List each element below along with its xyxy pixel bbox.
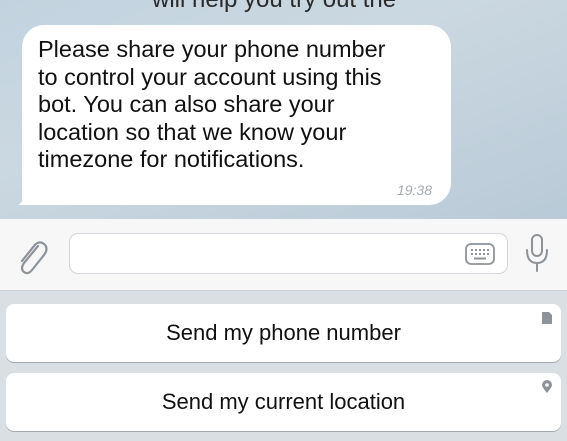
send-phone-number-label: Send my phone number [166, 320, 401, 345]
message-input[interactable] [69, 233, 508, 274]
contact-icon [541, 311, 553, 325]
message-text: Please share your phone number to contro… [38, 36, 386, 173]
message-timestamp: 19:38 [396, 182, 432, 198]
send-location-button[interactable]: Send my current location [6, 373, 561, 431]
previous-message-fragment: will help you try out the [152, 0, 396, 14]
paperclip-icon[interactable] [14, 236, 48, 276]
microphone-icon[interactable] [524, 233, 550, 273]
send-location-label: Send my current location [161, 389, 406, 414]
keyboard-icon[interactable] [465, 243, 495, 265]
location-pin-icon [541, 380, 553, 394]
message-input-bar [0, 219, 567, 291]
chat-area: will help you try out the Please share y… [0, 0, 567, 219]
incoming-message-bubble[interactable]: Please share your phone number to contro… [22, 25, 451, 205]
send-phone-number-button[interactable]: Send my phone number [6, 304, 561, 362]
reply-keyboard: Send my phone number Send my current loc… [0, 291, 567, 441]
